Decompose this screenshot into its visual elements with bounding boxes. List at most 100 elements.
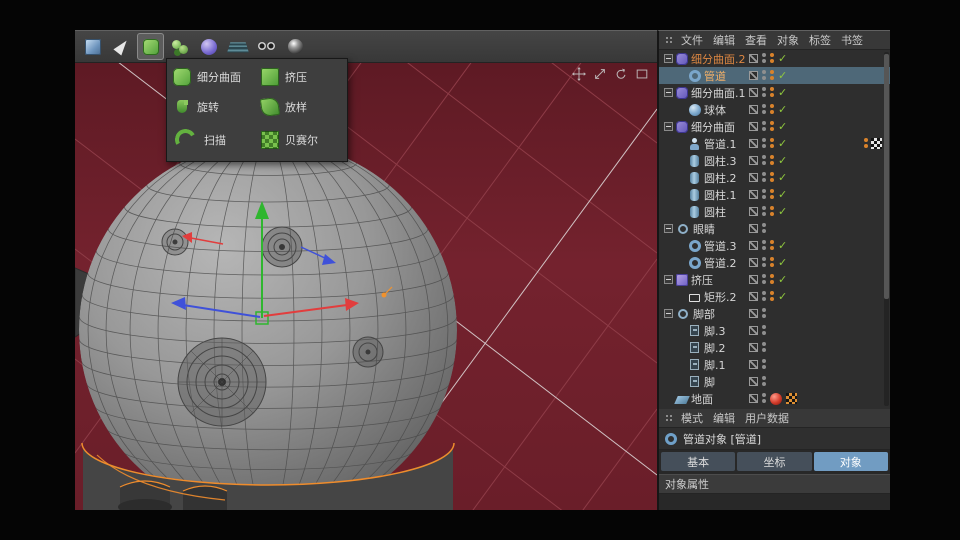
animation-dots[interactable] (770, 274, 774, 285)
visibility-dots[interactable] (762, 223, 766, 234)
edit-icon[interactable] (749, 224, 758, 233)
expand-toggle[interactable] (664, 275, 673, 284)
animation-dots[interactable] (770, 240, 774, 251)
enabled-check-icon[interactable]: ✓ (778, 257, 787, 268)
tree-row[interactable]: 圆柱.3✓ (659, 152, 890, 169)
expand-toggle[interactable] (664, 54, 673, 63)
animation-dots[interactable] (770, 87, 774, 98)
flyout-item[interactable]: 扫描 (170, 123, 256, 156)
flyout-item[interactable]: 细分曲面 (170, 64, 256, 90)
tree-row[interactable]: 圆柱✓ (659, 203, 890, 220)
visibility-dots[interactable] (762, 359, 766, 370)
edit-icon[interactable] (749, 173, 758, 182)
visibility-dots[interactable] (762, 342, 766, 353)
animation-dots[interactable] (770, 104, 774, 115)
edit-icon[interactable] (749, 190, 758, 199)
edit-icon[interactable] (749, 326, 758, 335)
tree-row[interactable]: 圆柱.2✓ (659, 169, 890, 186)
edit-icon[interactable] (749, 394, 758, 403)
flyout-item[interactable]: 旋转 (170, 92, 256, 121)
edit-icon[interactable] (749, 122, 758, 131)
menu-item[interactable]: 编辑 (713, 410, 735, 426)
enabled-check-icon[interactable]: ✓ (778, 138, 787, 149)
edit-icon[interactable] (749, 343, 758, 352)
enabled-check-icon[interactable]: ✓ (778, 121, 787, 132)
visibility-dots[interactable] (762, 240, 766, 251)
enabled-check-icon[interactable]: ✓ (778, 206, 787, 217)
animation-dots[interactable] (770, 138, 774, 149)
animation-dots[interactable] (770, 53, 774, 64)
edit-icon[interactable] (749, 71, 758, 80)
visibility-dots[interactable] (762, 121, 766, 132)
flyout-item[interactable]: 挤压 (258, 64, 344, 90)
cube-primitive-button[interactable] (79, 33, 106, 60)
visibility-dots[interactable] (762, 70, 766, 81)
tree-row[interactable]: 管道.2✓ (659, 254, 890, 271)
menu-item[interactable]: 标签 (809, 32, 831, 48)
edit-icon[interactable] (749, 258, 758, 267)
visibility-dots[interactable] (762, 206, 766, 217)
animation-dots[interactable] (770, 257, 774, 268)
tree-row[interactable]: 细分曲面.1✓ (659, 84, 890, 101)
enabled-check-icon[interactable]: ✓ (778, 155, 787, 166)
environment-button[interactable] (224, 33, 251, 60)
viewport-canvas[interactable] (75, 63, 657, 510)
camera-button[interactable] (253, 33, 280, 60)
volume-button[interactable] (166, 33, 193, 60)
enabled-check-icon[interactable]: ✓ (778, 240, 787, 251)
pan-icon[interactable] (572, 67, 586, 81)
menu-item[interactable]: 对象 (777, 32, 799, 48)
edit-icon[interactable] (749, 292, 758, 301)
flyout-item[interactable]: 放样 (258, 92, 344, 121)
visibility-dots[interactable] (762, 155, 766, 166)
enabled-check-icon[interactable]: ✓ (778, 291, 787, 302)
generators-button[interactable] (137, 33, 164, 60)
edit-icon[interactable] (749, 207, 758, 216)
visibility-dots[interactable] (762, 291, 766, 302)
deformer-button[interactable] (195, 33, 222, 60)
animation-dots[interactable] (770, 291, 774, 302)
edit-icon[interactable] (749, 275, 758, 284)
visibility-dots[interactable] (762, 308, 766, 319)
tree-row[interactable]: 矩形.2✓ (659, 288, 890, 305)
edit-icon[interactable] (749, 360, 758, 369)
tree-row[interactable]: 脚部 (659, 305, 890, 322)
menu-item[interactable]: 书签 (841, 32, 863, 48)
tree-row[interactable]: 脚.2 (659, 339, 890, 356)
material-tag-icon[interactable] (770, 393, 782, 405)
tree-row[interactable]: 挤压✓ (659, 271, 890, 288)
texture-tag-icon[interactable] (871, 138, 882, 149)
visibility-dots[interactable] (762, 325, 766, 336)
animation-dots[interactable] (770, 121, 774, 132)
enabled-check-icon[interactable]: ✓ (778, 70, 787, 81)
visibility-dots[interactable] (762, 274, 766, 285)
visibility-dots[interactable] (762, 189, 766, 200)
tab-basic[interactable]: 基本 (661, 452, 735, 471)
robot-head-model[interactable] (79, 141, 457, 510)
edit-icon[interactable] (749, 105, 758, 114)
rotate-icon[interactable] (614, 67, 628, 81)
visibility-dots[interactable] (762, 172, 766, 183)
edit-icon[interactable] (749, 241, 758, 250)
tree-row[interactable]: 脚 (659, 373, 890, 390)
enabled-check-icon[interactable]: ✓ (778, 189, 787, 200)
tree-row[interactable]: 管道.3✓ (659, 237, 890, 254)
visibility-dots[interactable] (762, 104, 766, 115)
tree-row[interactable]: 细分曲面✓ (659, 118, 890, 135)
animation-dots[interactable] (770, 70, 774, 81)
enabled-check-icon[interactable]: ✓ (778, 172, 787, 183)
edit-icon[interactable] (749, 139, 758, 148)
checker-tag-icon[interactable] (786, 393, 797, 404)
visibility-dots[interactable] (762, 376, 766, 387)
tree-row[interactable]: 管道✓ (659, 67, 890, 84)
tree-row[interactable]: 脚.3 (659, 322, 890, 339)
menu-item[interactable]: 模式 (681, 410, 703, 426)
tree-row[interactable]: 地面 (659, 390, 890, 407)
edit-icon[interactable] (749, 156, 758, 165)
tree-row[interactable]: 球体✓ (659, 101, 890, 118)
animation-dots[interactable] (770, 155, 774, 166)
tree-row[interactable]: 圆柱.1✓ (659, 186, 890, 203)
visibility-dots[interactable] (762, 87, 766, 98)
enabled-check-icon[interactable]: ✓ (778, 87, 787, 98)
maximize-icon[interactable] (635, 67, 649, 81)
